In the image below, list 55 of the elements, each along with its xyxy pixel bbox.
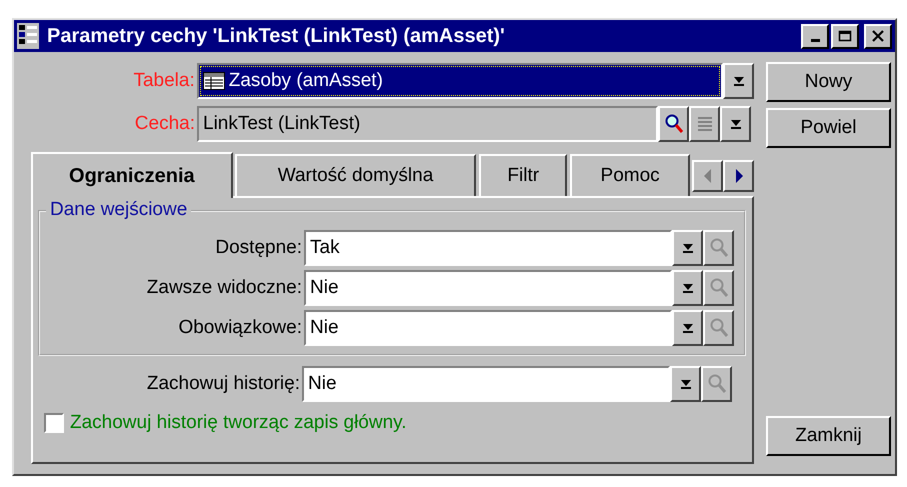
checkbox-label: Zachowuj historię tworząc zapis główny.	[70, 412, 407, 434]
caret-down-icon	[680, 282, 694, 294]
table-icon	[202, 72, 225, 90]
dropdown-field[interactable]: Nie	[302, 366, 670, 402]
dropdown-button[interactable]	[672, 230, 703, 266]
close-icon	[871, 30, 885, 42]
scroll-left-button[interactable]	[692, 160, 723, 192]
left-arrow-icon	[702, 168, 712, 184]
list-icon	[696, 115, 714, 134]
field-label: Tabela:	[132, 70, 196, 92]
action-button[interactable]: Nowy	[766, 62, 891, 102]
field-label: Obowiązkowe:	[177, 317, 303, 340]
right-arrow-icon	[734, 168, 744, 184]
search-icon	[706, 373, 726, 396]
dropdown-button[interactable]	[672, 270, 703, 306]
field-label: Dostępne:	[214, 237, 303, 260]
search-button[interactable]	[658, 106, 689, 142]
dropdown-button[interactable]	[723, 62, 754, 99]
tab[interactable]: Pomoc	[570, 154, 690, 196]
feature-field[interactable]: LinkTest (LinkTest)	[197, 106, 658, 142]
caret-down-icon	[728, 118, 742, 130]
table-dropdown[interactable]: Zasoby (amAsset)	[196, 62, 724, 99]
dropdown-field[interactable]: Nie	[304, 270, 672, 306]
field-label: Cecha:	[134, 113, 196, 136]
dropdown-field[interactable]: Tak	[304, 230, 672, 266]
list-button[interactable]	[689, 106, 720, 142]
dropdown-button[interactable]	[670, 366, 701, 402]
group-title: Dane wejściowe	[46, 199, 192, 222]
caret-down-icon	[678, 378, 692, 390]
minimize-icon	[810, 39, 820, 42]
checkbox[interactable]	[44, 413, 64, 434]
tab[interactable]: Wartość domyślna	[234, 154, 476, 196]
tab[interactable]: Filtr	[479, 154, 568, 196]
close-button[interactable]	[864, 24, 892, 48]
caret-down-icon	[732, 74, 746, 87]
field-label: Zachowuj historię:	[146, 373, 301, 396]
window-title: Parametry cechy 'LinkTest (LinkTest) (amAsset)'	[47, 24, 506, 48]
scroll-right-button[interactable]	[723, 160, 754, 192]
maximize-icon	[838, 30, 852, 42]
action-button[interactable]: Powiel	[766, 108, 891, 148]
search-icon	[708, 237, 728, 260]
search-icon	[708, 277, 728, 300]
dropdown-field[interactable]: Nie	[304, 310, 672, 346]
caret-down-icon	[680, 242, 694, 254]
dropdown-button[interactable]	[672, 310, 703, 346]
search-icon	[664, 113, 684, 136]
tab[interactable]: Ograniczenia	[31, 152, 233, 198]
grid-icon	[17, 23, 39, 49]
maximize-button[interactable]	[831, 24, 859, 48]
search-icon	[708, 317, 728, 340]
caret-down-icon	[680, 322, 694, 334]
field-label: Zawsze widoczne:	[146, 277, 303, 300]
close-dialog-button[interactable]: Zamknij	[766, 416, 891, 456]
dropdown-button[interactable]	[720, 106, 751, 142]
minimize-button[interactable]	[801, 24, 829, 48]
